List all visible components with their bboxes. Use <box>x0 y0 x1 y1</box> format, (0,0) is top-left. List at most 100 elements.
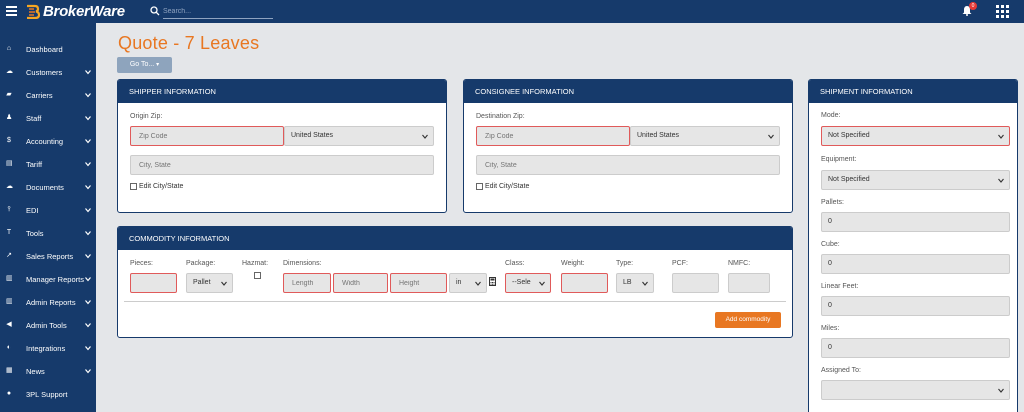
chevron-down-icon <box>642 281 648 286</box>
package-value: Pallet <box>193 279 211 286</box>
sidebar-item-dashboard[interactable]: ⌂ Dashboard <box>0 40 96 58</box>
hazmat-label: Hazmat: <box>242 260 269 267</box>
hazmat-checkbox[interactable] <box>254 272 261 279</box>
dimension-unit-value: in <box>456 279 462 286</box>
class-label: Class: <box>505 260 525 267</box>
sidebar-item-label: Documents <box>26 182 64 192</box>
search-input[interactable] <box>163 4 273 19</box>
sidebar-item-3pl-support[interactable]: ● 3PL Support <box>0 385 96 403</box>
pcf-input[interactable] <box>672 273 719 293</box>
package-select[interactable]: Pallet <box>186 273 233 293</box>
sidebar-item-edi[interactable]: ⫯ EDI <box>0 201 96 219</box>
linear-feet-label: Linear Feet: <box>821 283 859 290</box>
line-chart-icon: ↗ <box>6 252 12 259</box>
sidebar-item-admin-reports[interactable]: ▥ Admin Reports <box>0 293 96 311</box>
nmfc-label: NMFC: <box>728 260 751 267</box>
destination-city-state-input[interactable] <box>476 155 780 175</box>
sidebar-item-manager-reports[interactable]: ▥ Manager Reports <box>0 270 96 288</box>
search-icon[interactable] <box>150 6 160 16</box>
hamburger-menu-icon[interactable] <box>6 6 17 16</box>
assigned-to-select[interactable] <box>821 380 1010 400</box>
chevron-down-icon <box>422 134 428 139</box>
miles-input[interactable]: 0 <box>821 338 1010 358</box>
weight-label: Weight: <box>561 260 585 267</box>
sidebar: ⌂ Dashboard ☁ Customers ▰ Carriers ♟ Staff $ Acco… <box>0 23 96 412</box>
miles-label: Miles: <box>821 325 840 332</box>
sidebar-item-news[interactable]: ▦ News <box>0 362 96 380</box>
origin-country-select[interactable]: United States <box>284 126 434 146</box>
sidebar-item-tools[interactable]: T Tools <box>0 224 96 242</box>
sidebar-item-sales-reports[interactable]: ↗ Sales Reports <box>0 247 96 265</box>
sidebar-item-label: EDI <box>26 205 39 215</box>
brand-logo[interactable]: BrokerWare <box>25 3 125 20</box>
page-title: Quote - 7 Leaves <box>118 33 260 53</box>
mode-label: Mode: <box>821 112 841 119</box>
class-value: --Sele <box>512 279 531 286</box>
sidebar-item-admin-tools[interactable]: ◀ Admin Tools <box>0 316 96 334</box>
weight-input[interactable] <box>561 273 608 293</box>
equipment-select[interactable]: Not Specified <box>821 170 1010 190</box>
notification-badge: 0 <box>969 2 977 10</box>
origin-city-state-input[interactable] <box>130 155 434 175</box>
goto-dropdown[interactable]: Go To... ▾ <box>117 57 172 73</box>
origin-zip-input[interactable] <box>130 126 284 146</box>
equipment-value: Not Specified <box>828 176 870 183</box>
sidebar-item-accounting[interactable]: $ Accounting <box>0 132 96 150</box>
mode-select[interactable]: Not Specified <box>821 126 1010 146</box>
sidebar-item-label: Tariff <box>26 159 43 169</box>
brokerware-logo-icon <box>27 4 40 19</box>
dimension-unit-select[interactable]: in <box>449 273 487 293</box>
sidebar-item-label: Dashboard <box>26 44 63 54</box>
pallets-input[interactable]: 0 <box>821 212 1010 232</box>
add-commodity-button[interactable]: Add commodity <box>715 312 781 328</box>
sidebar-item-label: Integrations <box>26 343 66 353</box>
chevron-down-icon <box>998 134 1004 139</box>
sidebar-item-customers[interactable]: ☁ Customers <box>0 63 96 81</box>
chevron-down-icon <box>475 281 481 286</box>
cloud-upload-icon: ☁ <box>6 183 13 190</box>
goto-label: Go To... <box>129 61 155 68</box>
bar-chart-icon: ▥ <box>6 298 13 305</box>
pieces-input[interactable] <box>130 273 177 293</box>
chevron-down-icon <box>85 116 91 121</box>
sidebar-item-label: Staff <box>26 113 42 123</box>
apps-grid-icon[interactable] <box>996 5 1009 18</box>
chevron-down-icon <box>85 369 91 374</box>
width-input[interactable] <box>333 273 388 293</box>
weight-type-value: LB <box>623 279 632 286</box>
chevron-down-icon <box>768 134 774 139</box>
class-select[interactable]: --Sele <box>505 273 551 293</box>
sidebar-item-label: 3PL Support <box>26 389 68 399</box>
sidebar-item-label: Manager Reports <box>26 274 84 284</box>
sidebar-item-integrations[interactable]: ◐ Integrations <box>0 339 96 357</box>
origin-edit-city-label: Edit City/State <box>139 183 184 190</box>
destination-edit-city-checkbox[interactable] <box>476 183 483 190</box>
cube-input[interactable]: 0 <box>821 254 1010 274</box>
sidebar-item-tariff[interactable]: ▤ Tariff <box>0 155 96 173</box>
shipment-panel: SHIPMENT INFORMATION Mode: Not Specified… <box>808 79 1018 412</box>
destination-zip-input[interactable] <box>476 126 630 146</box>
mode-value: Not Specified <box>828 132 870 139</box>
calculator-icon[interactable] <box>489 277 496 286</box>
sidebar-item-carriers[interactable]: ▰ Carriers <box>0 86 96 104</box>
weight-type-select[interactable]: LB <box>616 273 654 293</box>
origin-edit-city-checkbox[interactable] <box>130 183 137 190</box>
cloud-icon: ☁ <box>6 68 13 75</box>
length-input[interactable] <box>283 273 331 293</box>
pieces-label: Pieces: <box>130 260 153 267</box>
sidebar-item-staff[interactable]: ♟ Staff <box>0 109 96 127</box>
globe-icon: ● <box>6 390 12 397</box>
toggle-icon: ◐ <box>6 344 12 351</box>
height-input[interactable] <box>390 273 447 293</box>
destination-country-select[interactable]: United States <box>630 126 780 146</box>
linear-feet-input[interactable]: 0 <box>821 296 1010 316</box>
commodity-panel: COMMODITY INFORMATION Pieces: Package: P… <box>117 226 793 338</box>
sidebar-item-documents[interactable]: ☁ Documents <box>0 178 96 196</box>
sidebar-item-label: Carriers <box>26 90 53 100</box>
pallets-label: Pallets: <box>821 199 844 206</box>
users-icon: ♟ <box>6 114 13 121</box>
dimensions-label: Dimensions: <box>283 260 322 267</box>
chevron-down-icon <box>998 388 1004 393</box>
commodity-header: COMMODITY INFORMATION <box>118 227 792 250</box>
nmfc-input[interactable] <box>728 273 770 293</box>
